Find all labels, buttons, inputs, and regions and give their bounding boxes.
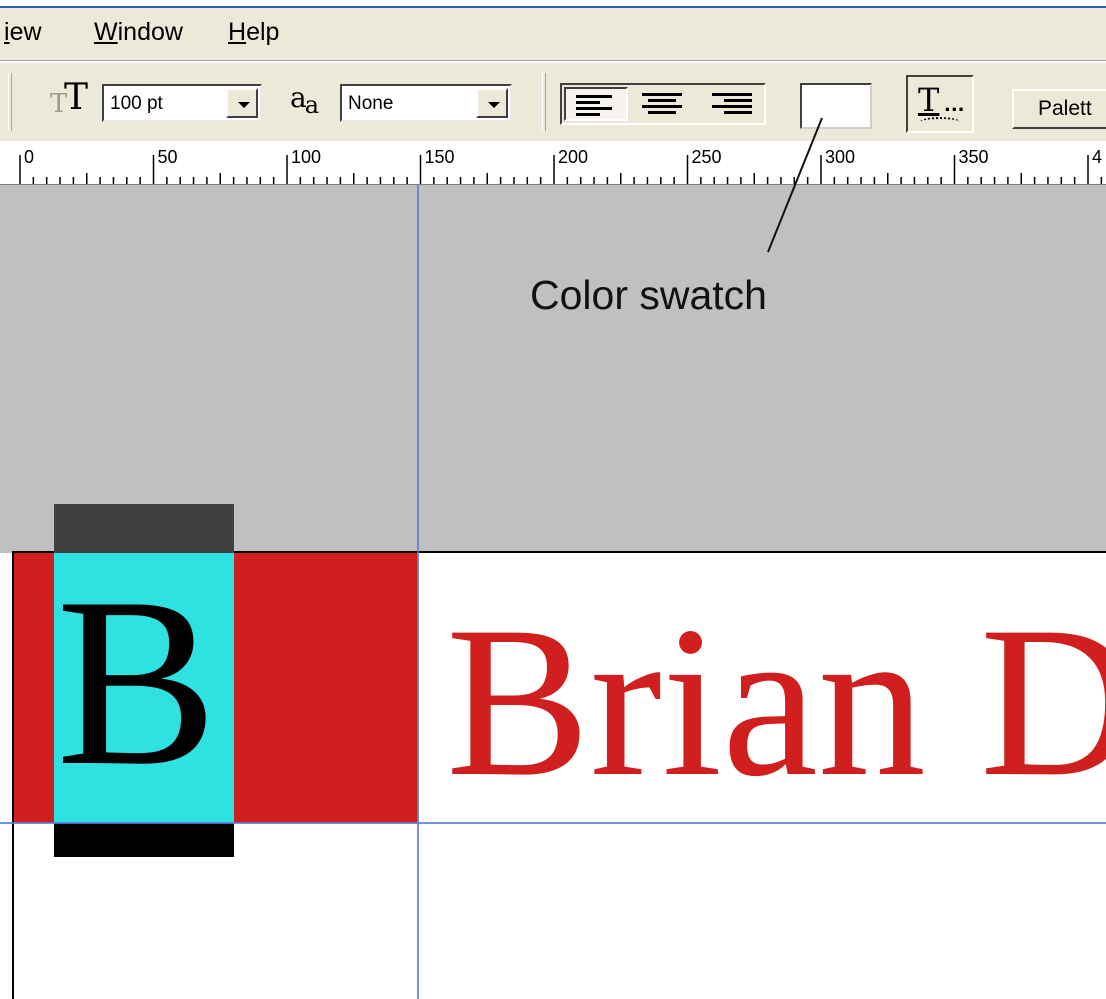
menu-help-label: Help	[228, 18, 280, 46]
ruler-label: 4	[1092, 147, 1102, 167]
menu-separator	[0, 60, 1106, 62]
ruler-label: 350	[959, 147, 989, 167]
antialias-icon: aa	[290, 81, 319, 119]
text-effects-button[interactable]: T...	[906, 75, 974, 133]
text-size-icon: TT	[50, 77, 89, 119]
menu-window-label: Window	[94, 18, 183, 46]
dropdown-arrow-icon[interactable]	[226, 88, 258, 118]
ruler-label: 0	[24, 147, 34, 167]
text-toolbar: TT 100 pt aa None T ... Palett	[0, 63, 1106, 141]
menu-view[interactable]: iew	[4, 18, 42, 47]
dropdown-arrow-icon[interactable]	[476, 88, 508, 118]
palette-button-label: Palett	[1038, 97, 1092, 120]
color-swatch[interactable]	[800, 83, 872, 129]
logo-letter: B	[56, 553, 218, 816]
text-align-group	[560, 83, 766, 125]
callout-label: Color swatch	[530, 272, 767, 318]
toolbar-grip[interactable]	[8, 73, 12, 131]
font-size-value: 100 pt	[110, 93, 163, 114]
canvas-pasteboard	[0, 185, 1106, 553]
horizontal-ruler: 0 50 100 150 200 250 300 350 4	[0, 141, 1106, 185]
menu-bar: iew Window Help	[0, 8, 1106, 60]
align-left-button[interactable]	[564, 87, 628, 121]
ruler-label: 250	[692, 147, 722, 167]
horizontal-guide[interactable]	[0, 822, 1106, 824]
ruler-label: 150	[425, 147, 455, 167]
antialias-select[interactable]: None	[340, 84, 512, 122]
antialias-value: None	[348, 93, 394, 114]
menu-window[interactable]: Window	[94, 18, 183, 47]
vertical-guide[interactable]	[417, 185, 419, 999]
ruler-label: 200	[558, 147, 588, 167]
ruler-label: 100	[291, 147, 321, 167]
logo-black-foot	[54, 823, 234, 857]
logo-dark-cap	[54, 504, 234, 554]
font-size-select[interactable]: 100 pt	[102, 84, 262, 122]
window-top-edge	[0, 0, 1106, 8]
palette-button[interactable]: Palett	[1012, 89, 1106, 129]
align-right-button[interactable]	[696, 87, 760, 121]
logo-letter-tile[interactable]: B	[54, 553, 234, 823]
ruler-graphic: 0 50 100 150 200 250 300 350 4	[19, 147, 1103, 184]
toolbar-grip[interactable]	[542, 73, 546, 131]
align-center-button[interactable]	[630, 87, 694, 121]
menu-help[interactable]: Help	[228, 18, 279, 47]
ruler-label: 50	[158, 147, 178, 167]
menu-view-label: iew	[4, 18, 42, 46]
headline-text[interactable]: Brian D	[446, 594, 1106, 810]
ruler-label: 300	[825, 147, 855, 167]
